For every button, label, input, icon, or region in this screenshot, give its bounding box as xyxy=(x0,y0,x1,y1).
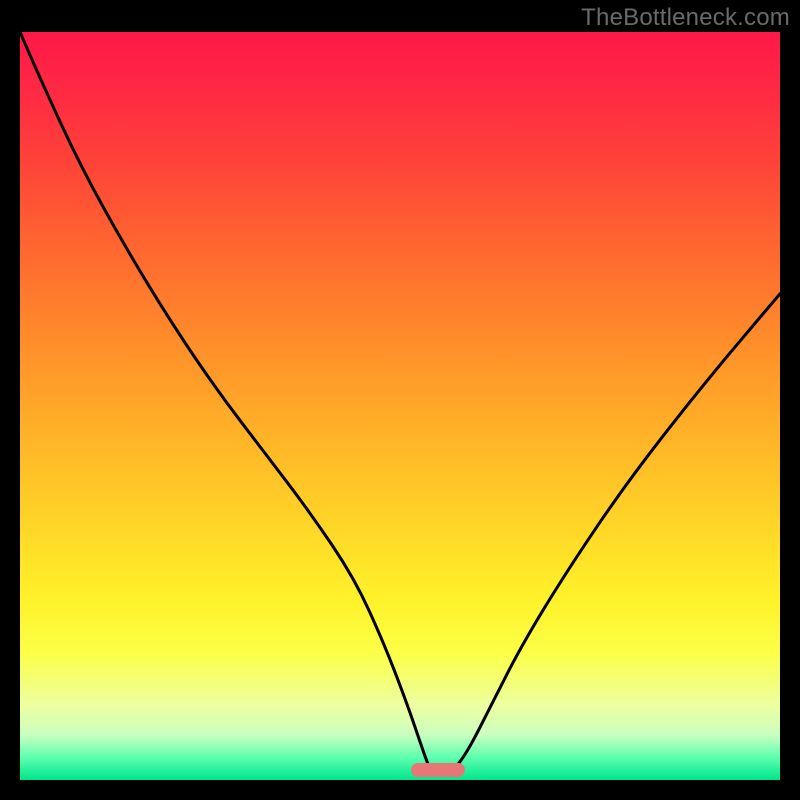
optimum-marker xyxy=(411,763,464,777)
watermark-text: TheBottleneck.com xyxy=(581,4,790,32)
chart-frame: TheBottleneck.com xyxy=(0,0,800,800)
plot-area xyxy=(20,32,780,780)
bottleneck-curve xyxy=(20,32,780,780)
